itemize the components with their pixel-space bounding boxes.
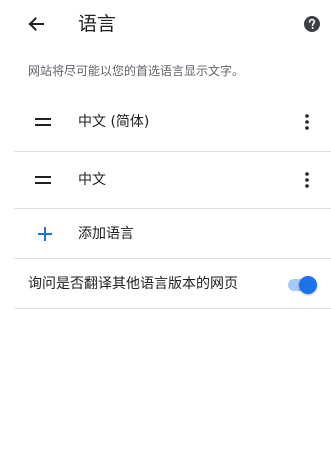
translate-offer-row[interactable]: 询问是否翻译其他语言版本的网页: [0, 262, 331, 308]
language-label: 中文 (简体): [78, 114, 150, 130]
translate-toggle[interactable]: [286, 275, 318, 295]
description-text: 网站将尽可能以您的首选语言显示文字。: [28, 64, 245, 78]
help-button[interactable]: [300, 12, 324, 36]
app-bar: 语言: [0, 0, 331, 48]
language-item[interactable]: 中文 (简体): [14, 94, 331, 150]
language-item[interactable]: 中文: [14, 152, 331, 208]
toggle-thumb: [299, 276, 317, 294]
more-vert-icon: [305, 114, 309, 130]
add-language-label: 添加语言: [78, 226, 134, 242]
arrow-back-icon: [28, 17, 44, 31]
plus-icon: [36, 225, 54, 243]
add-language-button[interactable]: 添加语言: [14, 210, 331, 260]
divider: [14, 208, 331, 209]
more-options-button[interactable]: [296, 110, 318, 134]
more-vert-icon: [305, 172, 309, 188]
translate-offer-label: 询问是否翻译其他语言版本的网页: [28, 276, 238, 292]
page-title: 语言: [78, 13, 117, 35]
back-button[interactable]: [22, 10, 50, 38]
help-icon: [304, 16, 320, 32]
more-options-button[interactable]: [296, 168, 318, 192]
language-settings-page: 语言 网站将尽可能以您的首选语言显示文字。 中文 (简体) 中文 添加语言 询问…: [0, 0, 331, 476]
divider: [14, 258, 331, 259]
language-label: 中文: [78, 172, 106, 188]
drag-handle-icon[interactable]: [34, 172, 52, 188]
divider: [14, 308, 331, 309]
drag-handle-icon[interactable]: [34, 114, 52, 130]
